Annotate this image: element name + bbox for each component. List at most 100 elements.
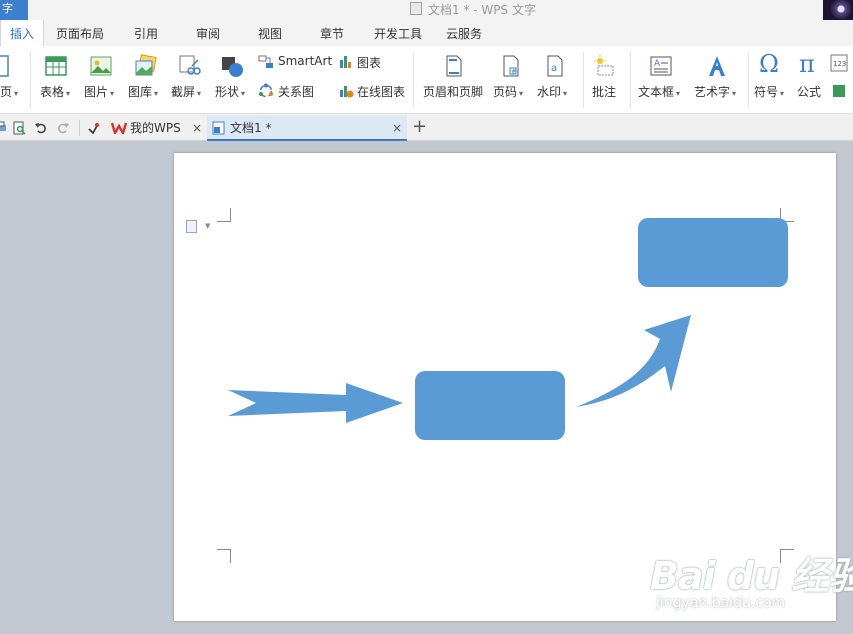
header-footer-label: 页眉和页脚 [423, 85, 484, 99]
numbering-button[interactable]: 123 [830, 46, 853, 114]
smartart-icon [258, 55, 273, 68]
relation-diagram-button[interactable]: 关系图 [258, 80, 322, 102]
textbox-button[interactable]: A 文本框 ▾ [637, 46, 687, 114]
document-icon [410, 2, 422, 15]
page-number-label: 页码 [493, 85, 518, 99]
relation-diagram-label: 关系图 [278, 85, 315, 99]
tab-label: 审阅 [196, 27, 221, 41]
tab-label: 章节 [320, 27, 345, 41]
gallery-label: 图库 [128, 85, 153, 99]
svg-text:A: A [654, 59, 661, 69]
tab-label: 页面布局 [56, 27, 105, 41]
chart-button[interactable]: 图表 [338, 51, 388, 73]
picture-button[interactable]: 图片 ▾ [83, 46, 121, 114]
table-label: 表格 [40, 85, 65, 99]
rounded-rectangle-shape-center[interactable] [415, 371, 565, 440]
wps-logo-icon [111, 122, 127, 134]
online-chart-button[interactable]: 在线图表 [338, 80, 410, 102]
tab-document1-label: 文档1 * [230, 121, 272, 135]
page-number-icon: # [503, 55, 519, 77]
tab-page-layout[interactable]: 页面布局 [56, 20, 104, 46]
close-icon[interactable]: × [392, 116, 402, 140]
gallery-button[interactable]: 图库 ▾ [127, 46, 167, 114]
page-button[interactable]: 页 ▾ [0, 46, 24, 114]
chevron-down-icon: ▾ [197, 89, 202, 98]
symbol-button[interactable]: Ω 符号 ▾ [752, 46, 790, 114]
tab-view[interactable]: 视图 [258, 20, 282, 46]
chevron-down-icon: ▾ [732, 89, 737, 98]
smartart-button[interactable]: SmartArt [258, 51, 338, 73]
document-tab-strip: 我的WPS × 文档1 * × + [0, 114, 853, 141]
chevron-down-icon: ▾ [110, 89, 115, 98]
watermark-logo-text: Bai du 经验 [650, 554, 853, 598]
comment-label: 批注 [592, 85, 617, 99]
avatar[interactable] [823, 0, 853, 20]
chevron-down-icon: ▾ [780, 89, 785, 98]
textbox-label: 文本框 [638, 85, 675, 99]
pin-icon[interactable] [86, 121, 100, 135]
window-title: 文档1 * - WPS 文字 [428, 3, 536, 17]
svg-text:123: 123 [833, 60, 846, 68]
page-number-button[interactable]: # 页码 ▾ [492, 46, 534, 114]
tab-developer[interactable]: 开发工具 [374, 20, 422, 46]
tab-my-wps[interactable]: 我的WPS × [108, 116, 206, 141]
chevron-down-icon: ▾ [563, 89, 568, 98]
rounded-rectangle-shape-top-right[interactable] [638, 218, 788, 287]
screenshot-button[interactable]: 截屏 ▾ [171, 46, 209, 114]
tab-label: 云服务 [446, 27, 483, 41]
online-chart-icon [340, 86, 354, 98]
tab-section[interactable]: 章节 [320, 20, 344, 46]
watermark-label: 水印 [537, 85, 562, 99]
page-label: 页 [0, 85, 13, 99]
chevron-down-icon: ▾ [241, 89, 246, 98]
ribbon: 页 ▾ 表格 ▾ 图片 ▾ 图库 ▾ 截屏 ▾ 形状 ▾ SmartArt 图表 关系图 在… [0, 46, 853, 114]
picture-label: 图片 [84, 85, 109, 99]
chevron-down-icon: ▾ [14, 89, 19, 98]
wordart-label: 艺术字 [694, 85, 731, 99]
chart-icon [340, 56, 351, 68]
online-chart-label: 在线图表 [357, 85, 406, 99]
ribbon-divider [413, 52, 414, 108]
tabstrip-divider [79, 120, 80, 136]
app-menu-button[interactable]: 字 [0, 0, 28, 20]
ribbon-divider [30, 52, 31, 108]
svg-text:a: a [551, 63, 557, 74]
numbering-icon: 123 [830, 54, 848, 72]
tab-review[interactable]: 审阅 [196, 20, 220, 46]
tab-insert[interactable]: 插入 [0, 20, 44, 46]
undo-icon[interactable] [34, 121, 48, 135]
tab-references[interactable]: 引用 [134, 20, 158, 46]
formula-button[interactable]: π 公式 [795, 46, 825, 114]
print-preview-icon[interactable] [12, 121, 26, 135]
curved-up-arrow-shape[interactable] [576, 315, 691, 407]
redo-icon[interactable] [56, 121, 70, 135]
close-icon[interactable]: × [192, 116, 202, 140]
relation-diagram-icon [259, 83, 273, 98]
tab-label: 视图 [258, 27, 283, 41]
omega-icon: Ω [759, 50, 779, 78]
table-button[interactable]: 表格 ▾ [38, 46, 76, 114]
shape-label: 形状 [215, 85, 240, 99]
screenshot-label: 截屏 [171, 85, 196, 99]
wordart-button[interactable]: 艺术字 ▾ [693, 46, 745, 114]
fill-icon [833, 85, 845, 97]
tab-cloud-services[interactable]: 云服务 [446, 20, 482, 46]
notched-right-arrow-shape[interactable] [228, 383, 403, 423]
pi-icon: π [799, 50, 815, 78]
print-icon[interactable] [0, 121, 8, 135]
watermark-url: jingyan.baidu.com [656, 595, 786, 611]
baidu-jingyan-watermark: Bai du 经验 jingyan.baidu.com [650, 545, 853, 630]
page-icon [0, 55, 9, 77]
watermark-button[interactable]: a 水印 ▾ [536, 46, 578, 114]
comment-button[interactable]: 批注 [589, 46, 623, 114]
new-tab-button[interactable]: + [412, 117, 427, 137]
shape-button[interactable]: 形状 ▾ [214, 46, 252, 114]
wordart-icon [709, 56, 725, 76]
ribbon-divider [630, 52, 631, 108]
app-menu-label: 字 [2, 2, 13, 15]
picture-icon [90, 56, 112, 76]
header-footer-button[interactable]: 页眉和页脚 [421, 46, 487, 114]
tab-label: 开发工具 [374, 27, 423, 41]
tab-label: 引用 [134, 27, 159, 41]
tab-document1[interactable]: 文档1 * × [207, 116, 407, 141]
